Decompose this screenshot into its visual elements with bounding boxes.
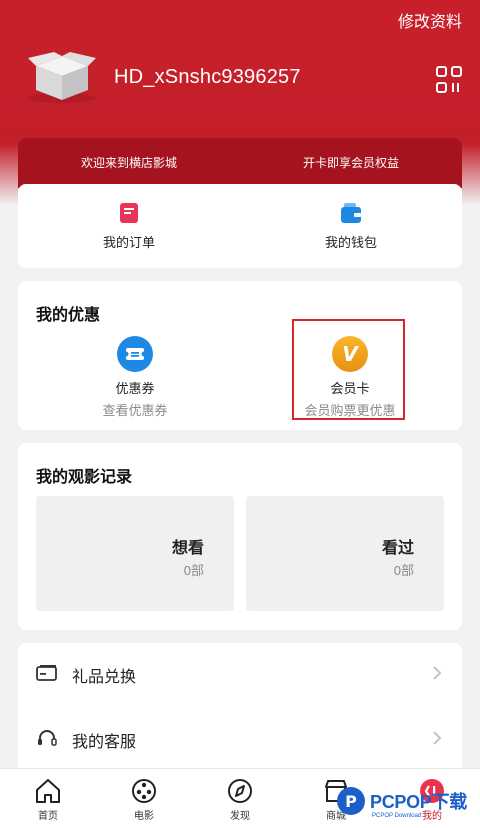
watch-records-title: 我的观影记录 [36,469,133,486]
watch-records-card: 我的观影记录 想看 0部 看过 0部 [18,443,462,630]
gift-exchange-label: 礼品兑换 [72,669,137,686]
want-to-watch-box[interactable]: 想看 0部 [36,496,234,611]
menu-card: 礼品兑换 我的客服 [18,643,462,783]
tab-home[interactable]: 首页 [0,769,96,828]
wallet-icon [341,203,361,223]
tab-discover[interactable]: 发现 [192,769,288,828]
gift-exchange-row[interactable]: 礼品兑换 [18,643,462,703]
chevron-right-icon [433,666,442,680]
member-benefits-link[interactable]: 开卡即享会员权益 [240,138,462,188]
home-icon [36,779,60,803]
watched-label: 看过 [381,540,414,557]
want-to-watch-label: 想看 [171,540,204,557]
want-to-watch-count: 0部 [183,563,204,578]
watermark-sub: PCPOP Download [372,813,422,819]
qr-code-icon[interactable] [436,66,462,94]
customer-service-label: 我的客服 [72,734,137,751]
watermark: P PCPOP下载 PCPOP Download [334,782,480,828]
tab-movies[interactable]: 电影 [96,769,192,828]
coupon-button[interactable]: 优惠券 查看优惠券 [75,336,195,419]
my-wallet-label: 我的钱包 [324,235,377,250]
coupon-sublabel: 查看优惠券 [102,403,168,418]
order-icon [120,203,138,223]
quick-actions-card: 我的订单 我的钱包 [18,184,462,268]
welcome-text: 欢迎来到横店影城 [80,156,177,170]
highlight-box [292,319,405,420]
watched-box[interactable]: 看过 0部 [246,496,444,611]
watched-count: 0部 [393,563,414,578]
my-wallet-button[interactable]: 我的钱包 [240,184,462,268]
edit-profile-link[interactable]: 修改资料 [398,8,462,32]
ticket-icon [117,336,153,372]
customer-service-row[interactable]: 我的客服 [18,708,462,768]
my-orders-button[interactable]: 我的订单 [18,184,240,268]
headset-icon [38,730,57,746]
my-orders-label: 我的订单 [102,235,155,250]
svg-text:P: P [345,792,357,811]
compass-icon [228,779,252,803]
gift-card-icon [36,665,57,681]
tab-movies-label: 电影 [134,811,154,822]
watermark-brand: PCPOP下载 [370,792,467,812]
coupon-label: 优惠券 [115,381,155,396]
welcome-banner: 欢迎来到横店影城 开卡即享会员权益 [18,138,462,188]
discounts-card: 我的优惠 优惠券 查看优惠券 V 会员卡 会员购票更优惠 [18,281,462,430]
username: HD_xSnshc9396257 [114,66,301,88]
film-reel-icon [132,779,156,803]
tab-home-label: 首页 [38,811,58,822]
tab-discover-label: 发现 [230,811,250,822]
discounts-title: 我的优惠 [36,307,101,324]
avatar[interactable] [26,52,98,104]
pcpop-logo-icon: P [337,787,365,815]
chevron-right-icon [433,731,442,745]
